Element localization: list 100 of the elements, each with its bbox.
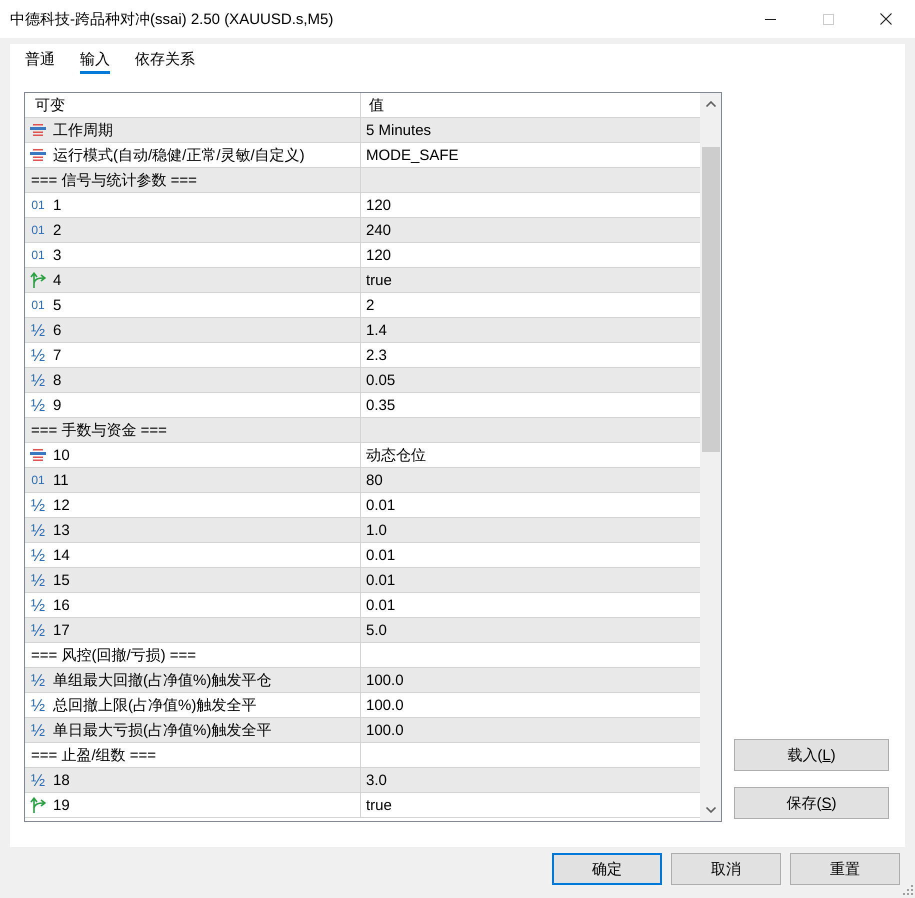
save-button[interactable]: 保存(S) [734, 787, 889, 819]
parameter-value: 120 [366, 196, 392, 214]
parameter-value: 2 [366, 296, 374, 314]
parameter-name: 14 [53, 546, 70, 564]
parameter-value: 2.3 [366, 346, 387, 364]
resize-grip-icon[interactable] [903, 885, 913, 895]
parameter-value: 5 Minutes [366, 122, 432, 138]
table-row[interactable]: ½ 14 0.01 [25, 543, 700, 568]
type-glyph: ½ [30, 322, 46, 338]
table-row[interactable]: 工作周期 5 Minutes [25, 118, 700, 143]
table-row[interactable]: ½ 15 0.01 [25, 568, 700, 593]
table-row[interactable]: === 风控(回撤/亏损) === [25, 643, 700, 668]
enum-list-icon [30, 124, 46, 136]
table-row[interactable]: ½ 16 0.01 [25, 593, 700, 618]
parameter-value: 3.0 [366, 772, 387, 788]
parameter-value: 动态仓位 [366, 446, 426, 464]
type-glyph: 01 [30, 224, 46, 236]
table-row[interactable]: ½ 13 1.0 [25, 518, 700, 543]
tab[interactable]: 普通 [25, 44, 55, 74]
type-glyph: ½ [30, 696, 46, 714]
table-row[interactable]: ½ 17 5.0 [25, 618, 700, 643]
parameter-value: 5.0 [366, 622, 387, 638]
table-row[interactable]: === 信号与统计参数 === [25, 168, 700, 193]
type-glyph: 01 [30, 249, 46, 261]
parameter-name: 17 [53, 622, 70, 638]
table-row[interactable]: 01 1 120 [25, 193, 700, 218]
type-glyph: ½ [30, 372, 46, 388]
type-glyph: 01 [30, 474, 46, 486]
parameter-value: 1.0 [366, 522, 387, 538]
load-button[interactable]: 载入(L) [734, 739, 889, 771]
parameter-name: 5 [53, 296, 62, 314]
column-header[interactable]: 可变 [25, 93, 361, 117]
parameter-name: 15 [53, 572, 70, 588]
type-glyph: ½ [30, 522, 46, 538]
cancel-button[interactable]: 取消 [671, 853, 781, 885]
parameter-name: 18 [53, 772, 70, 788]
parameter-value: 0.05 [366, 372, 396, 388]
ok-button[interactable]: 确定 [552, 853, 662, 885]
parameter-name: 3 [53, 246, 62, 264]
table-row[interactable]: 01 5 2 [25, 293, 700, 318]
type-glyph: ½ [30, 496, 46, 514]
table-row[interactable]: === 手数与资金 === [25, 418, 700, 443]
table-row[interactable]: ½ 单日最大亏损(占净值%)触发全平 100.0 [25, 718, 700, 743]
parameter-name: 总回撤上限(占净值%)触发全平 [53, 696, 256, 714]
table-row[interactable]: ½ 8 0.05 [25, 368, 700, 393]
parameter-name: 单组最大回撤(占净值%)触发平仓 [53, 670, 272, 690]
column-header[interactable]: 值 [361, 93, 700, 117]
minimize-icon [764, 18, 776, 20]
scrollbar-thumb[interactable] [702, 147, 720, 452]
parameter-name: 11 [53, 472, 69, 488]
parameter-name: 10 [53, 446, 70, 464]
table-row[interactable]: 运行模式(自动/稳健/正常/灵敏/自定义) MODE_SAFE [25, 143, 700, 168]
type-glyph: ½ [30, 622, 46, 638]
parameter-value: 0.01 [366, 572, 396, 588]
parameter-value: 100.0 [366, 696, 404, 714]
window-title: 中德科技-跨品种对冲(ssai) 2.50 (XAUUSD.s,M5) [9, 10, 334, 28]
type-glyph: ½ [30, 772, 46, 788]
table-row[interactable]: ½ 单组最大回撤(占净值%)触发平仓 100.0 [25, 668, 700, 693]
branch-arrow-icon [30, 272, 46, 288]
table-row[interactable]: 10 动态仓位 [25, 443, 700, 468]
table-row[interactable]: 4 true [25, 268, 700, 293]
table-row[interactable]: ½ 6 1.4 [25, 318, 700, 343]
table-row[interactable]: 01 2 240 [25, 218, 700, 243]
table-row[interactable]: ½ 18 3.0 [25, 768, 700, 793]
type-glyph: ½ [30, 672, 46, 688]
enum-list-icon [30, 449, 46, 461]
parameter-name: 8 [53, 372, 62, 388]
reset-button[interactable]: 重置 [790, 853, 900, 885]
parameter-name: 单日最大亏损(占净值%)触发全平 [53, 720, 272, 740]
chevron-up-icon[interactable] [706, 101, 716, 107]
table-row[interactable]: === 止盈/组数 === [25, 743, 700, 768]
table-row[interactable]: 01 3 120 [25, 243, 700, 268]
type-glyph: ½ [30, 546, 46, 564]
parameter-value: 0.01 [366, 496, 396, 514]
section-heading: === 风控(回撤/亏损) === [31, 646, 196, 664]
table-row[interactable]: ½ 总回撤上限(占净值%)触发全平 100.0 [25, 693, 700, 718]
parameter-value: true [366, 796, 392, 814]
type-glyph: ½ [30, 596, 46, 614]
parameter-value: 100.0 [366, 722, 404, 738]
table-row[interactable]: 01 11 80 [25, 468, 700, 493]
chevron-down-icon[interactable] [706, 807, 716, 813]
table-row[interactable]: 19 true [25, 793, 700, 818]
type-glyph: ½ [30, 722, 46, 738]
tab[interactable]: 输入 [80, 44, 110, 74]
table-row[interactable]: ½ 12 0.01 [25, 493, 700, 518]
type-glyph: 01 [30, 299, 46, 311]
parameter-value: 0.01 [366, 596, 396, 614]
parameter-value: 240 [366, 222, 392, 238]
parameter-name: 工作周期 [53, 120, 113, 140]
parameter-name: 1 [53, 196, 62, 214]
parameter-value: MODE_SAFE [366, 146, 459, 164]
type-glyph: ½ [30, 396, 46, 414]
branch-arrow-icon [30, 797, 46, 813]
table-row[interactable]: ½ 9 0.35 [25, 393, 700, 418]
enum-list-icon [30, 149, 46, 161]
parameter-name: 9 [53, 396, 62, 414]
table-row[interactable]: ½ 7 2.3 [25, 343, 700, 368]
parameter-name: 运行模式(自动/稳健/正常/灵敏/自定义) [53, 146, 305, 164]
tab[interactable]: 依存关系 [135, 44, 195, 74]
parameter-name: 7 [53, 346, 62, 364]
